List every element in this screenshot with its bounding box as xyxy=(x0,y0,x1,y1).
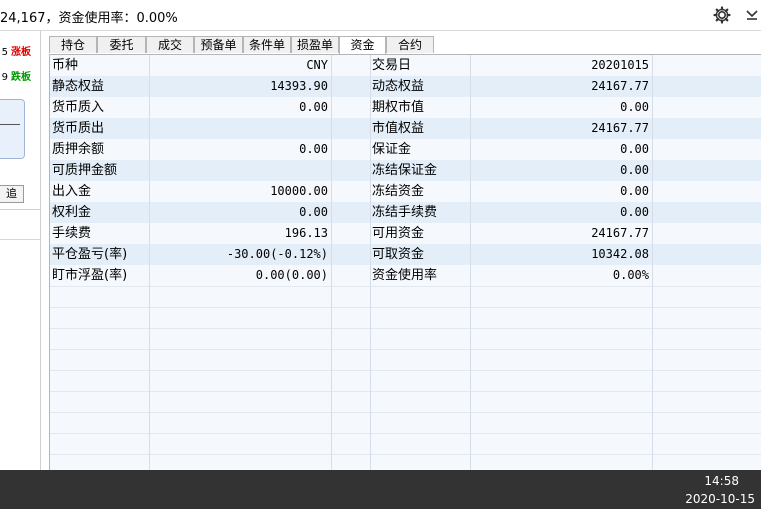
limit-down-label: 跌板 xyxy=(11,72,31,83)
panel-divider xyxy=(0,209,40,210)
grid-line xyxy=(50,433,761,434)
field-label: 冻结保证金 xyxy=(372,163,438,178)
field-value: 24167.77 xyxy=(591,226,649,240)
limit-down-row: 9 跌板 xyxy=(0,68,31,83)
tab-prepared-orders[interactable]: 预备单 xyxy=(194,36,243,53)
grid-line xyxy=(50,307,761,308)
field-label: 冻结手续费 xyxy=(372,205,438,220)
table-row: 货币质入 0.00 期权市值 0.00 xyxy=(50,97,761,118)
table-row: 静态权益 14393.90 动态权益 24167.77 xyxy=(50,76,761,97)
field-value: 24167.77 xyxy=(591,121,649,135)
funds-table: 币种 CNY 交易日 20201015 静态权益 14393.90 动态权益 2… xyxy=(49,55,761,470)
order-box-divider xyxy=(0,124,20,125)
field-value: 0.00 xyxy=(620,100,649,114)
field-label: 可质押金额 xyxy=(52,163,118,178)
field-value: 0.00 xyxy=(620,163,649,177)
limit-down-number: 9 xyxy=(1,72,8,83)
grid-line xyxy=(50,349,761,350)
column-divider xyxy=(331,55,332,470)
tab-conditional-orders[interactable]: 条件单 xyxy=(243,36,291,53)
field-value: 0.00 xyxy=(620,142,649,156)
grid-line xyxy=(50,286,761,287)
field-label: 手续费 xyxy=(52,226,92,241)
limit-up-label: 涨板 xyxy=(11,47,31,58)
clock-time[interactable]: 14:58 xyxy=(704,474,739,488)
clock-date[interactable]: 2020-10-15 xyxy=(685,492,755,506)
field-value: 196.13 xyxy=(284,226,328,240)
table-row: 平仓盈亏(率) -30.00(-0.12%) 可取资金 10342.08 xyxy=(50,244,761,265)
gear-icon[interactable] xyxy=(712,5,732,25)
field-label: 货币质出 xyxy=(52,121,105,136)
chase-button[interactable]: 追 xyxy=(0,185,24,203)
grid-line xyxy=(50,412,761,413)
field-value: 0.00 xyxy=(299,205,328,219)
field-value: 0.00 xyxy=(299,100,328,114)
field-label: 平仓盈亏(率) xyxy=(52,247,128,262)
field-value: 0.00 xyxy=(299,142,328,156)
column-divider xyxy=(652,55,653,470)
field-label: 动态权益 xyxy=(372,79,425,94)
grid-line xyxy=(50,370,761,371)
field-label: 静态权益 xyxy=(52,79,105,94)
top-status-bar: 24,167，资金使用率：0.00% xyxy=(0,0,761,31)
field-label: 币种 xyxy=(52,58,79,73)
table-row: 权利金 0.00 冻结手续费 0.00 xyxy=(50,202,761,223)
table-row: 可质押金额 冻结保证金 0.00 xyxy=(50,160,761,181)
tab-trades[interactable]: 成交 xyxy=(146,36,194,53)
field-label: 可取资金 xyxy=(372,247,425,262)
field-value: CNY xyxy=(306,58,328,72)
field-value: 24167.77 xyxy=(591,79,649,93)
column-divider xyxy=(470,55,471,470)
field-value xyxy=(150,118,328,139)
field-value: 10342.08 xyxy=(591,247,649,261)
field-value xyxy=(150,160,328,181)
system-taskbar: 14:58 2020-10-15 xyxy=(0,470,761,509)
field-label: 保证金 xyxy=(372,142,412,157)
grid-line xyxy=(50,391,761,392)
field-label: 期权市值 xyxy=(372,100,425,115)
field-label: 可用资金 xyxy=(372,226,425,241)
table-row: 货币质出 市值权益 24167.77 xyxy=(50,118,761,139)
field-value: 0.00 xyxy=(620,205,649,219)
field-value: 20201015 xyxy=(591,58,649,72)
column-divider xyxy=(149,55,150,470)
field-label: 盯市浮盈(率) xyxy=(52,268,128,283)
limit-up-number: 5 xyxy=(1,47,8,58)
field-label: 货币质入 xyxy=(52,100,105,115)
field-value: 0.00% xyxy=(612,268,649,282)
field-value: 14393.90 xyxy=(270,79,328,93)
grid-line xyxy=(50,454,761,455)
column-divider xyxy=(370,55,371,470)
field-value: 10000.00 xyxy=(270,184,328,198)
field-label: 出入金 xyxy=(52,184,92,199)
field-label: 交易日 xyxy=(372,58,412,73)
tab-contracts[interactable]: 合约 xyxy=(386,36,434,53)
field-label: 质押余额 xyxy=(52,142,105,157)
field-value: -30.00(-0.12%) xyxy=(226,247,328,261)
field-value: 0.00(0.00) xyxy=(255,268,328,282)
tab-stop-orders[interactable]: 损盈单 xyxy=(291,36,339,53)
chevron-down-icon[interactable] xyxy=(744,6,760,22)
field-label: 权利金 xyxy=(52,205,92,220)
field-label: 资金使用率 xyxy=(372,268,438,283)
limit-up-row: 5 涨板 xyxy=(0,43,31,58)
field-label: 冻结资金 xyxy=(372,184,425,199)
tab-funds[interactable]: 资金 xyxy=(339,36,386,55)
panel-divider-2 xyxy=(0,239,40,240)
table-row: 质押余额 0.00 保证金 0.00 xyxy=(50,139,761,160)
tab-bar: 持仓 委托 成交 预备单 条件单 损盈单 资金 合约 xyxy=(49,36,761,55)
table-row: 盯市浮盈(率) 0.00(0.00) 资金使用率 0.00% xyxy=(50,265,761,286)
table-row: 手续费 196.13 可用资金 24167.77 xyxy=(50,223,761,244)
tab-orders[interactable]: 委托 xyxy=(97,36,146,53)
tab-positions[interactable]: 持仓 xyxy=(49,36,97,53)
table-row: 币种 CNY 交易日 20201015 xyxy=(50,55,761,76)
quote-side-panel: 5 涨板 9 跌板 追 xyxy=(0,31,41,470)
order-box[interactable] xyxy=(0,99,25,159)
grid-line xyxy=(50,328,761,329)
field-label: 市值权益 xyxy=(372,121,425,136)
table-row: 出入金 10000.00 冻结资金 0.00 xyxy=(50,181,761,202)
field-value: 0.00 xyxy=(620,184,649,198)
account-summary-text: 24,167，资金使用率：0.00% xyxy=(0,11,178,26)
